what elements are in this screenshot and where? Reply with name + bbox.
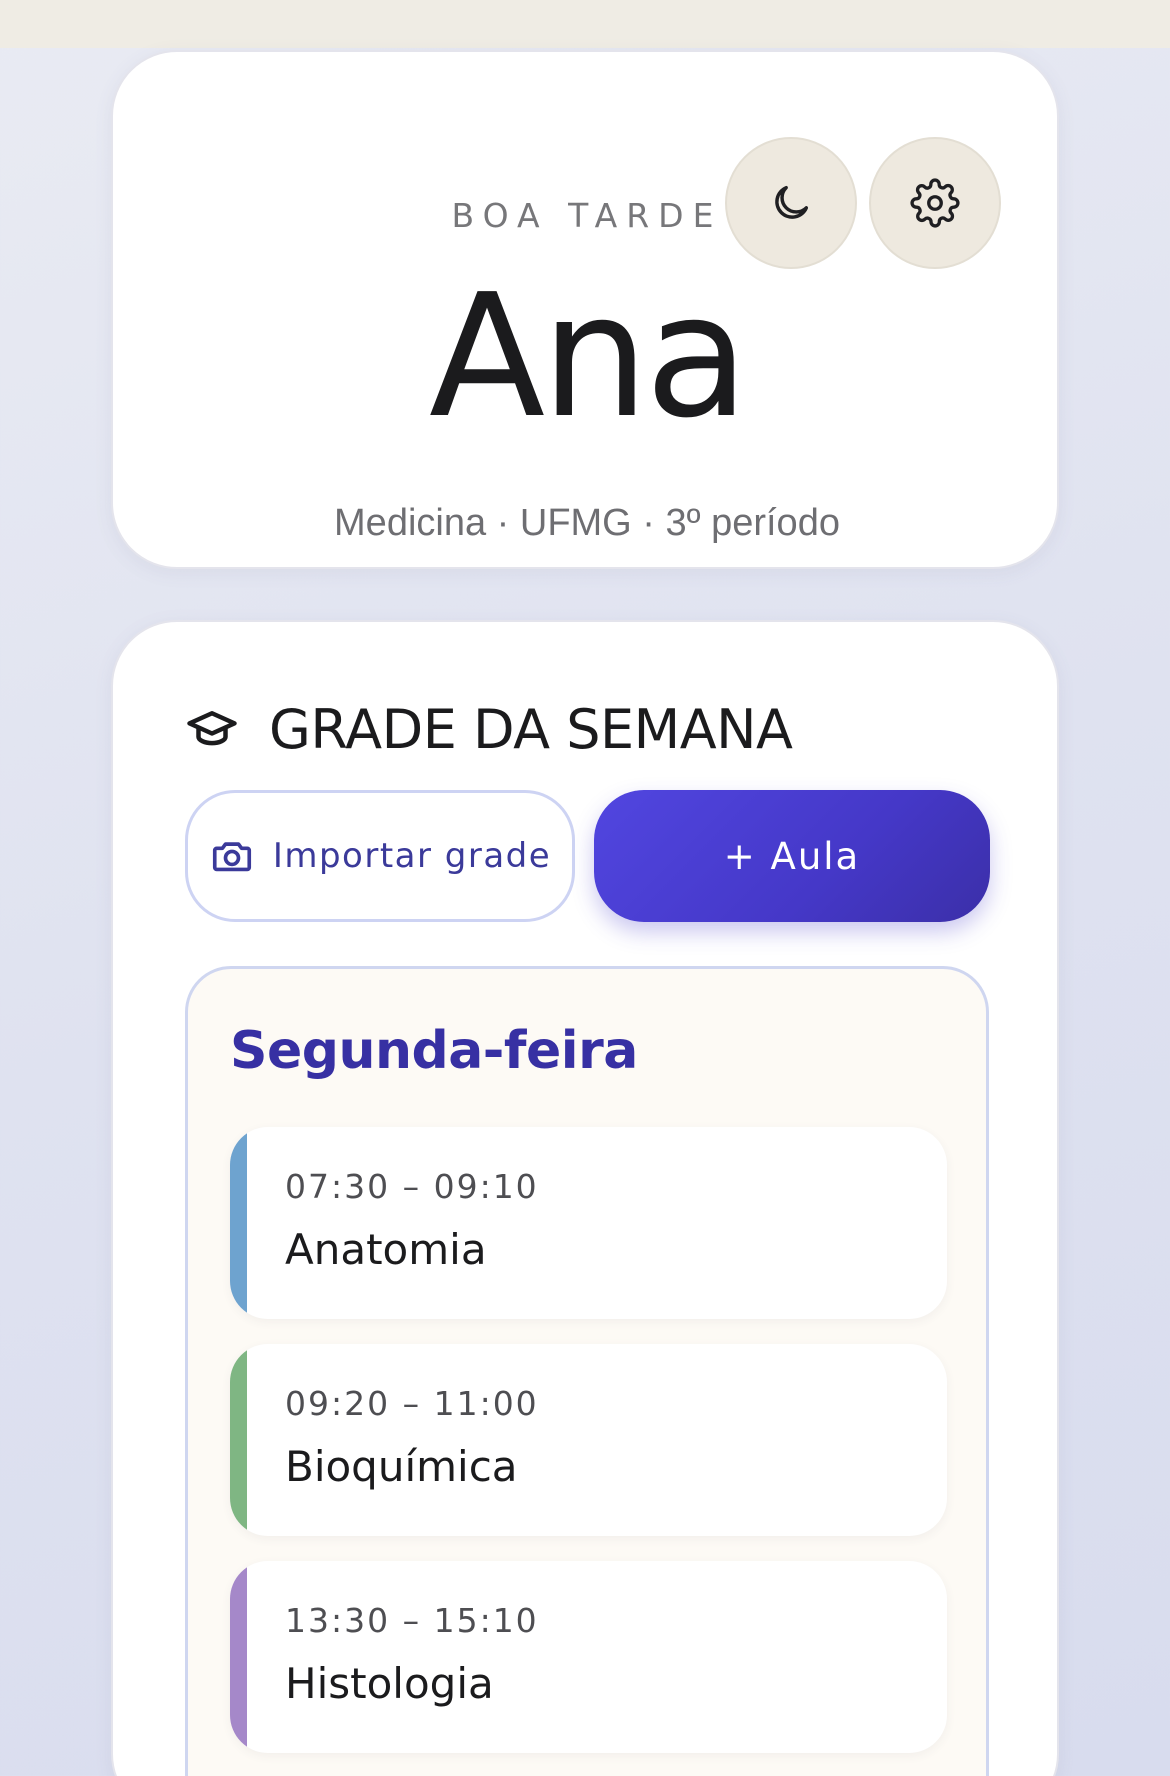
class-card[interactable]: 07:30 – 09:10 Anatomia <box>230 1127 947 1319</box>
class-time: 13:30 – 15:10 <box>285 1601 539 1640</box>
class-card[interactable]: 13:30 – 15:10 Histologia <box>230 1561 947 1753</box>
import-schedule-button[interactable]: Importar grade <box>185 790 575 922</box>
camera-icon <box>209 833 255 879</box>
course-info: Medicina · UFMG · 3º período <box>334 502 840 544</box>
class-subject: Bioquímica <box>285 1442 518 1491</box>
class-color-bar <box>230 1561 247 1753</box>
class-time: 07:30 – 09:10 <box>285 1167 539 1206</box>
user-name: Ana <box>428 258 749 456</box>
class-subject: Anatomia <box>285 1225 487 1274</box>
class-card[interactable]: 09:20 – 11:00 Bioquímica <box>230 1344 947 1536</box>
day-title: Segunda-feira <box>230 1021 638 1081</box>
class-color-bar <box>230 1344 247 1536</box>
settings-button[interactable] <box>869 137 1001 269</box>
add-class-button[interactable]: + Aula <box>594 790 990 922</box>
schedule-title: GRADE DA SEMANA <box>269 697 793 761</box>
class-time: 09:20 – 11:00 <box>285 1384 539 1423</box>
top-status-strip <box>0 0 1170 48</box>
gear-icon <box>910 178 960 228</box>
class-subject: Histologia <box>285 1659 494 1708</box>
graduation-cap-icon <box>185 702 239 756</box>
theme-toggle-button[interactable] <box>725 137 857 269</box>
schedule-header: GRADE DA SEMANA <box>185 694 793 764</box>
day-section-monday: Segunda-feira 07:30 – 09:10 Anatomia 09:… <box>185 966 989 1776</box>
greeting-card: BOA TARDE Ana Medicina · UFMG · 3º perío… <box>111 50 1059 569</box>
weekly-schedule-card: GRADE DA SEMANA Importar grade + Aula Se… <box>111 620 1059 1776</box>
import-schedule-label: Importar grade <box>272 836 552 876</box>
class-color-bar <box>230 1127 247 1319</box>
moon-icon <box>775 185 809 219</box>
